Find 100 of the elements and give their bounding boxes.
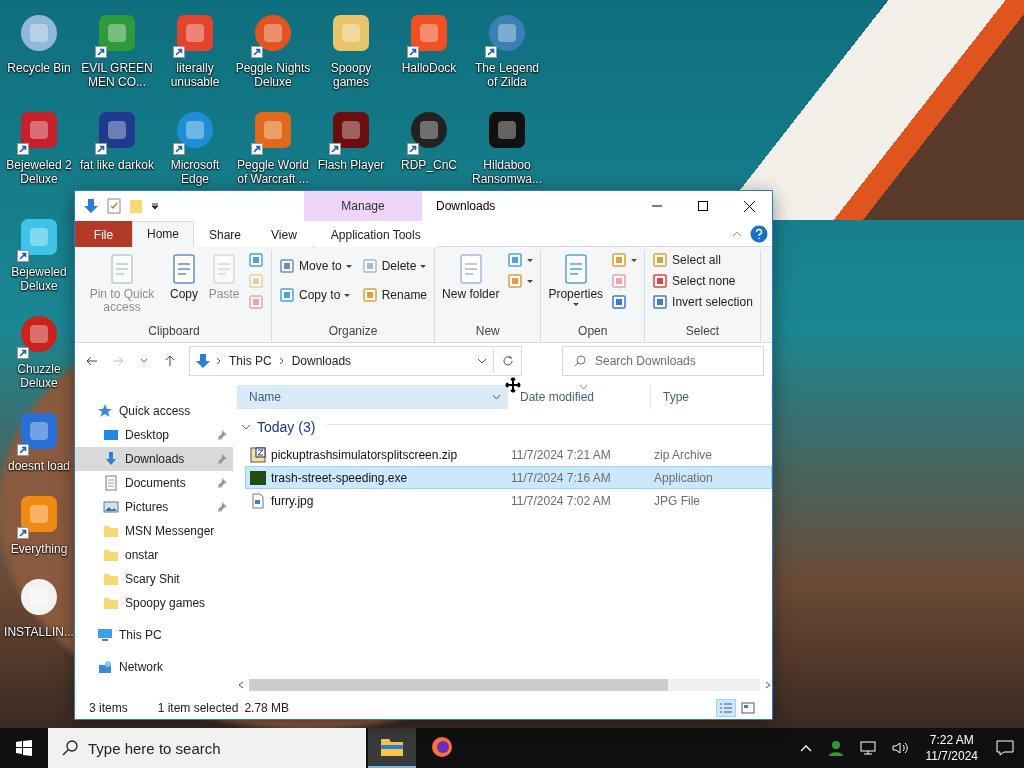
ribbon-tab[interactable]: File xyxy=(75,221,132,247)
ribbon-button[interactable]: Copy to xyxy=(276,285,355,305)
folder-icon xyxy=(380,737,404,757)
group-header[interactable]: Today (3) xyxy=(237,414,320,440)
firefox-icon xyxy=(430,735,454,759)
ribbon-button[interactable]: Select none xyxy=(649,271,756,291)
breadcrumb[interactable]: This PC xyxy=(226,354,275,368)
search-icon xyxy=(574,355,586,367)
command-icon xyxy=(652,252,669,268)
column-header[interactable]: Type xyxy=(651,385,772,409)
ribbon-button[interactable]: Copy xyxy=(165,250,203,303)
address-field[interactable]: This PC Downloads xyxy=(189,346,522,376)
ribbon-group-label: Organize xyxy=(327,324,379,340)
app-icon xyxy=(330,12,372,54)
file-type: JPG File xyxy=(653,493,701,508)
sort-chevron-icon xyxy=(579,385,588,390)
selection-size: 2.78 MB xyxy=(244,701,290,715)
zip-file-icon xyxy=(250,446,266,463)
file-row[interactable]: furry.jpg 11/7/2024 7:02 AM JPG File xyxy=(245,489,772,512)
caret-icon xyxy=(151,202,159,210)
file-row[interactable]: pickuptrashsimulatorsplitscreen.zip 11/7/2024 7:21 AM zip Archive xyxy=(245,443,772,466)
command-icon xyxy=(361,287,378,303)
ribbon-button[interactable]: Delete xyxy=(358,256,431,276)
ribbon-group-label: New xyxy=(474,324,501,340)
nav-item[interactable]: Quick access xyxy=(75,399,233,423)
command-icon xyxy=(611,252,628,268)
search-icon xyxy=(62,740,78,756)
breadcrumb[interactable]: Downloads xyxy=(288,354,355,368)
nav-item[interactable]: onstar xyxy=(75,543,233,567)
taskbar-app-button[interactable] xyxy=(368,728,416,768)
ribbon-button[interactable]: Properties xyxy=(545,250,607,308)
network-icon xyxy=(97,659,113,675)
details-view-button[interactable] xyxy=(716,699,736,717)
person-icon xyxy=(827,740,844,756)
file-type: zip Archive xyxy=(653,447,714,462)
checklist-icon xyxy=(107,198,121,214)
file-type: Application xyxy=(653,470,714,485)
pin-icon xyxy=(217,430,227,440)
refresh-icon xyxy=(501,355,514,367)
close-icon xyxy=(743,200,755,212)
ribbon-button[interactable]: New folder xyxy=(439,250,503,303)
taskbar-search-field[interactable]: Type here to search xyxy=(48,728,366,768)
download-arrow-icon xyxy=(83,198,99,214)
ribbon-group-label: Clipboard xyxy=(147,324,201,340)
column-header[interactable]: Date modified xyxy=(508,385,651,409)
clock[interactable]: 7:22 AM 11/7/2024 xyxy=(919,732,984,764)
chevron-down-icon xyxy=(492,394,501,400)
ribbon-button[interactable]: Move to xyxy=(276,256,355,276)
app-icon xyxy=(408,109,450,151)
scrollbar-thumb[interactable] xyxy=(249,678,668,691)
nav-item[interactable]: Downloads xyxy=(75,447,233,471)
folder-icon xyxy=(103,595,119,611)
command-icon xyxy=(611,273,628,289)
window-title: Downloads xyxy=(436,199,497,213)
nav-item[interactable]: Scary Shit xyxy=(75,567,233,591)
app-icon xyxy=(18,109,60,151)
ribbon-button[interactable]: Select all xyxy=(649,250,756,270)
back-arrow-icon xyxy=(86,355,98,367)
tiles-view-button[interactable] xyxy=(738,699,758,717)
file-name: furry.jpg xyxy=(246,492,507,509)
ribbon-button[interactable]: Rename xyxy=(358,285,431,305)
caret-up-icon xyxy=(799,744,812,752)
nav-item[interactable]: This PC xyxy=(75,623,233,647)
ribbon-group-label: Select xyxy=(684,324,721,340)
app-icon xyxy=(252,12,294,54)
nav-item[interactable]: Network xyxy=(75,655,233,679)
picture-icon xyxy=(103,499,119,515)
app-icon xyxy=(96,109,138,151)
folder-icon xyxy=(103,571,119,587)
speech-bubble-icon xyxy=(996,740,1014,756)
star-icon xyxy=(97,403,113,419)
document-icon xyxy=(103,475,119,491)
search-field[interactable]: Search Downloads xyxy=(562,346,764,376)
app-icon xyxy=(486,12,528,54)
command-icon xyxy=(652,294,669,310)
scroll-left-icon xyxy=(237,680,245,689)
nav-item[interactable]: Desktop xyxy=(75,423,233,447)
ribbon-group-label: Open xyxy=(577,324,609,340)
desktop-icon xyxy=(103,427,119,443)
app-icon xyxy=(252,109,294,151)
pin-icon xyxy=(217,502,227,512)
speaker-icon xyxy=(891,740,908,756)
app-icon xyxy=(174,109,216,151)
nav-item[interactable]: Pictures xyxy=(75,495,233,519)
file-name: trash-street-speeding.exe xyxy=(246,469,507,486)
nav-item[interactable]: Spoopy games xyxy=(75,591,233,615)
ribbon-tab[interactable]: Home xyxy=(132,221,194,247)
ribbon-button[interactable]: Invert selection xyxy=(649,292,756,312)
column-header[interactable]: Name xyxy=(237,385,508,409)
file-date: 11/7/2024 7:16 AM xyxy=(510,470,612,485)
file-row[interactable]: trash-street-speeding.exe 11/7/2024 7:16 AM Application xyxy=(245,466,772,489)
nav-item[interactable]: MSN Messenger xyxy=(75,519,233,543)
download-arrow-icon xyxy=(103,451,119,467)
chevron-icon xyxy=(241,422,251,432)
up-arrow-icon xyxy=(164,355,176,367)
help-icon xyxy=(750,224,768,243)
pin-icon xyxy=(217,478,227,488)
nav-item[interactable]: Documents xyxy=(75,471,233,495)
monitor-icon xyxy=(859,740,876,756)
item-count: 3 items xyxy=(89,701,128,715)
